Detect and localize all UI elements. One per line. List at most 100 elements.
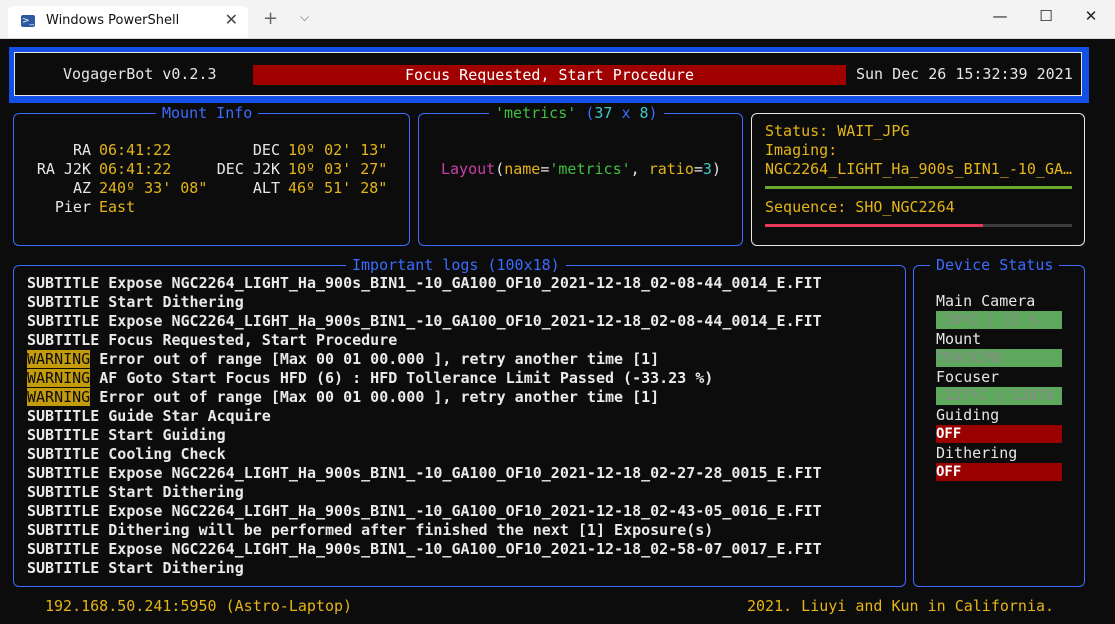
device-status-panel: Device Status Main Camera -10ºC | 11 % Mou…	[913, 256, 1085, 587]
ra-j2k-label: RA J2K	[36, 160, 91, 178]
subtitle-tag: SUBTITLE	[27, 426, 100, 444]
layout-eq2: =	[693, 160, 703, 178]
subtitle-tag: SUBTITLE	[27, 521, 100, 539]
log-message: Start Dithering	[108, 559, 244, 577]
footer-credit: 2021. Liuyi and Kun in California.	[747, 597, 1055, 615]
log-line: SUBTITLE Expose NGC2264_LIGHT_Ha_900s_BI…	[27, 464, 822, 483]
status-line: Status: WAIT_JPG	[765, 122, 910, 140]
subtitle-tag: SUBTITLE	[27, 502, 100, 520]
imaging-progress-track	[765, 186, 1072, 189]
subtitle-tag: SUBTITLE	[27, 274, 100, 292]
metrics-layout-text: Layout(name='metrics', ratio=3)	[441, 160, 721, 179]
minimize-button[interactable]: —	[990, 7, 1010, 25]
metrics-title-open: (	[585, 104, 595, 122]
device-status-title: Device Status	[930, 256, 1060, 274]
terminal-area[interactable]: VogagerBot v0.2.3 Focus Requested, Start…	[0, 39, 1115, 624]
status-panel: Status: WAIT_JPG Imaging: NGC2264_LIGHT_…	[751, 113, 1085, 246]
subtitle-tag: SUBTITLE	[27, 407, 100, 425]
close-tab-icon[interactable]: ✕	[225, 10, 238, 29]
app-version: VogagerBot v0.2.3	[63, 65, 217, 83]
layout-name-val: 'metrics'	[549, 160, 631, 178]
imaging-progress-fill	[765, 186, 1072, 189]
alt-value: 46º 51' 28"	[288, 179, 388, 197]
subtitle-tag: SUBTITLE	[27, 483, 100, 501]
logs-panel: Important logs (100x18) SUBTITLE Expose …	[13, 256, 906, 587]
imaging-label: Imaging:	[765, 141, 838, 159]
subtitle-tag: SUBTITLE	[27, 464, 100, 482]
new-tab-button[interactable]: +	[263, 8, 278, 29]
app-header-inner: VogagerBot v0.2.3 Focus Requested, Start…	[14, 52, 1082, 96]
layout-p1: (	[495, 160, 505, 178]
log-message: Start Dithering	[108, 483, 244, 501]
metrics-panel: 'metrics' (37 x 8) Layout(name='metrics'…	[418, 104, 743, 246]
sequence-progress-track	[765, 224, 1072, 227]
device-label: Dithering	[936, 444, 1018, 462]
close-window-button[interactable]: ✕	[1081, 7, 1101, 25]
log-line: SUBTITLE Guide Star Acquire	[27, 407, 271, 426]
ra-value: 06:41:22	[99, 141, 172, 159]
log-message: Error out of range [Max 00 01 00.000 ], …	[99, 388, 660, 406]
log-message: Expose NGC2264_LIGHT_Ha_900s_BIN1_-10_GA…	[108, 540, 822, 558]
current-status-banner: Focus Requested, Start Procedure	[253, 65, 846, 85]
subtitle-tag: SUBTITLE	[27, 559, 100, 577]
sequence-line: Sequence: SHO_NGC2264	[765, 198, 955, 216]
mount-info-panel: Mount Info RA 06:41:22 DEC 10º 02' 13" R…	[13, 104, 410, 246]
device-status-value: OFF	[936, 463, 1062, 481]
log-line: SUBTITLE Start Dithering	[27, 293, 244, 312]
app-header: VogagerBot v0.2.3 Focus Requested, Start…	[9, 47, 1089, 103]
log-line: SUBTITLE Start Guiding	[27, 426, 226, 445]
device-status-value: -127ºC | 13870	[936, 387, 1062, 405]
layout-ratio-val: 3	[702, 160, 712, 178]
device-status-value: TRACKING	[936, 349, 1062, 367]
log-line: SUBTITLE Expose NGC2264_LIGHT_Ha_900s_BI…	[27, 540, 822, 559]
log-line: WARNING AF Goto Start Focus HFD (6) : HF…	[27, 369, 713, 388]
log-message: AF Goto Start Focus HFD (6) : HFD Toller…	[99, 369, 714, 387]
log-message: Start Guiding	[108, 426, 226, 444]
log-line: WARNING Error out of range [Max 00 01 00…	[27, 388, 659, 407]
warning-tag: WARNING	[27, 369, 91, 387]
chevron-down-icon[interactable]: ⌵	[300, 10, 309, 25]
mount-info-title: Mount Info	[156, 104, 259, 122]
layout-ratio-key: ratio	[648, 160, 694, 178]
logs-title: Important logs (100x18)	[346, 256, 566, 274]
log-message: Expose NGC2264_LIGHT_Ha_900s_BIN1_-10_GA…	[108, 464, 822, 482]
window-titlebar: >_ Windows PowerShell ✕ + ⌵ — ☐ ✕	[0, 0, 1115, 39]
sequence-progress-fill	[765, 224, 983, 227]
log-message: Start Dithering	[108, 293, 244, 311]
device-label: Focuser	[936, 368, 1000, 386]
az-label: AZ	[72, 179, 91, 197]
log-line: SUBTITLE Focus Requested, Start Procedur…	[27, 331, 397, 350]
layout-name-key: name	[504, 160, 541, 178]
metrics-title-close: )	[648, 104, 658, 122]
layout-p2: )	[711, 160, 721, 178]
metrics-title-w: 37	[594, 104, 613, 122]
metrics-title-h: 8	[639, 104, 649, 122]
device-label: Main Camera	[936, 292, 1036, 310]
maximize-button[interactable]: ☐	[1036, 7, 1056, 25]
log-message: Cooling Check	[108, 445, 226, 463]
pier-label: Pier	[54, 198, 91, 216]
ra-label: RA	[72, 141, 91, 159]
subtitle-tag: SUBTITLE	[27, 540, 100, 558]
powershell-icon: >_	[21, 15, 35, 27]
device-status-value: OFF	[936, 425, 1062, 443]
subtitle-tag: SUBTITLE	[27, 312, 100, 330]
imaging-file: NGC2264_LIGHT_Ha_900s_BIN1_-10_GA…	[765, 160, 1073, 178]
datetime: Sun Dec 26 15:32:39 2021	[856, 65, 1073, 83]
log-message: Guide Star Acquire	[108, 407, 271, 425]
log-line: SUBTITLE Dithering will be performed aft…	[27, 521, 713, 540]
subtitle-tag: SUBTITLE	[27, 331, 100, 349]
metrics-title-name: 'metrics'	[495, 104, 577, 122]
log-line: SUBTITLE Expose NGC2264_LIGHT_Ha_900s_BI…	[27, 312, 822, 331]
warning-tag: WARNING	[27, 350, 91, 368]
device-status-value: -10ºC | 11 %	[936, 311, 1062, 329]
warning-tag: WARNING	[27, 388, 91, 406]
log-line: SUBTITLE Start Dithering	[27, 559, 244, 578]
alt-label: ALT	[252, 179, 280, 197]
log-line: SUBTITLE Cooling Check	[27, 445, 226, 464]
tab-powershell[interactable]: >_ Windows PowerShell ✕	[8, 6, 248, 38]
dec-value: 10º 02' 13"	[288, 141, 388, 159]
log-message: Expose NGC2264_LIGHT_Ha_900s_BIN1_-10_GA…	[108, 502, 822, 520]
log-line: SUBTITLE Start Dithering	[27, 483, 244, 502]
log-message: Focus Requested, Start Procedure	[108, 331, 398, 349]
